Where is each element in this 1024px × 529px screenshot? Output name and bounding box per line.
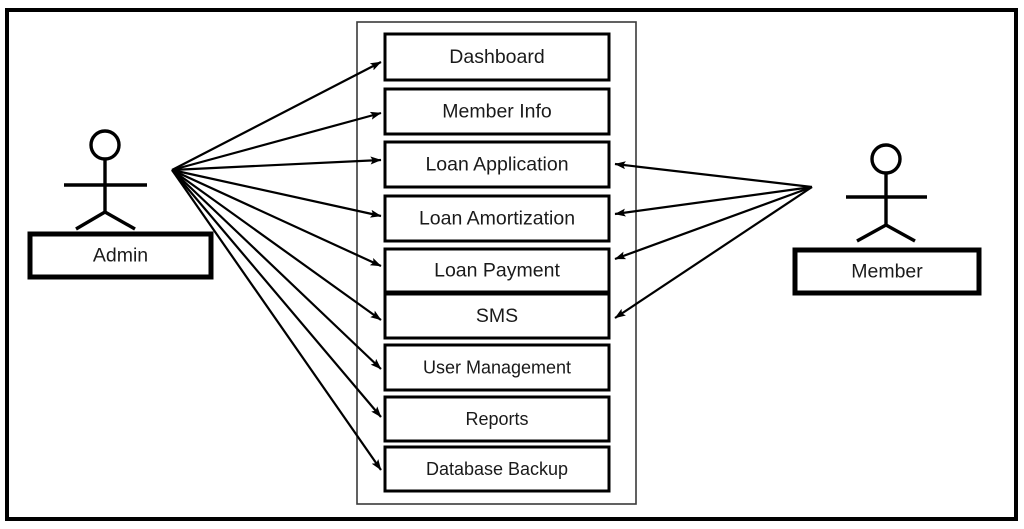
use-case-dashboard[interactable]: Dashboard (383, 32, 611, 82)
use-case-label-loan-payment: Loan Payment (434, 260, 560, 282)
stick-figure-icon-admin (64, 129, 147, 231)
actor-admin[interactable]: Admin (27, 129, 214, 280)
use-case-user-management[interactable]: User Management (383, 343, 611, 392)
stick-figure-icon-member (846, 143, 927, 243)
actor-label-member: Member (851, 261, 923, 283)
association-admin-to-reports (171, 169, 382, 418)
use-case-label-reports: Reports (465, 409, 528, 429)
actor-label-admin: Admin (93, 245, 148, 267)
use-case-label-database-backup: Database Backup (426, 459, 568, 479)
actor-head-icon-member (870, 143, 902, 175)
association-member-to-loan-payment (614, 185, 813, 261)
diagram-svg: Dashboard Member Info Loan Application Loan… (5, 8, 1018, 521)
use-case-label-loan-application: Loan Application (425, 154, 568, 176)
actor-leg-right-admin (104, 210, 136, 231)
actor-leg-left-admin (75, 210, 106, 231)
association-admin-to-database-backup (171, 169, 382, 471)
use-case-boxes-group: Dashboard Member Info Loan Application Loan… (383, 32, 611, 493)
association-member-to-loan-application (614, 161, 813, 189)
use-case-reports[interactable]: Reports (383, 395, 611, 443)
use-case-label-sms: SMS (476, 305, 518, 327)
association-member-to-loan-amortization (614, 185, 813, 217)
actor-member[interactable]: Member (792, 143, 982, 296)
use-case-label-member-info: Member Info (442, 101, 552, 123)
use-case-diagram-canvas: Dashboard Member Info Loan Application Loan… (0, 0, 1024, 529)
use-case-member-info[interactable]: Member Info (383, 87, 611, 136)
use-case-sms[interactable]: SMS (383, 292, 611, 340)
use-case-loan-application[interactable]: Loan Application (383, 140, 611, 189)
actor-leg-right-member (885, 223, 916, 243)
actor-head-icon-admin (89, 129, 121, 161)
use-case-loan-amortization[interactable]: Loan Amortization (383, 194, 611, 243)
use-case-loan-payment[interactable]: Loan Payment (383, 247, 611, 294)
actor-leg-left-member (856, 223, 887, 243)
use-case-label-dashboard: Dashboard (449, 46, 544, 68)
association-member-to-sms (614, 186, 813, 319)
association-admin-to-dashboard (171, 61, 382, 171)
use-case-label-loan-amortization: Loan Amortization (419, 208, 575, 230)
use-case-label-user-management: User Management (423, 357, 571, 377)
use-case-database-backup[interactable]: Database Backup (383, 445, 611, 493)
